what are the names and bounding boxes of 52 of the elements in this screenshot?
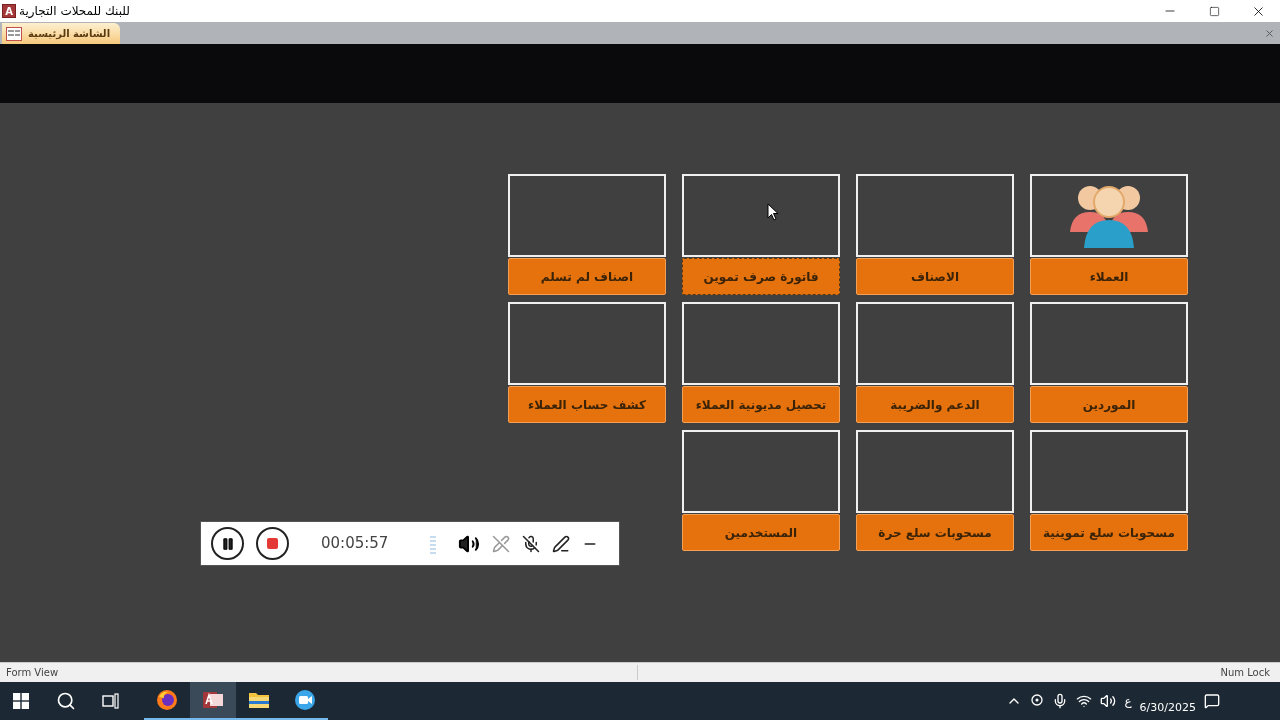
status-text: Form View: [0, 665, 638, 680]
stop-icon: [267, 538, 278, 549]
stop-button[interactable]: [256, 527, 289, 560]
mouse-cursor-icon: [767, 203, 779, 221]
windows-start-icon[interactable]: [13, 693, 29, 709]
tile-image-frame[interactable]: [1030, 174, 1188, 257]
form-icon: [6, 26, 22, 41]
recording-time: 00:05:57: [321, 533, 389, 555]
tile-image-frame[interactable]: [1030, 302, 1188, 385]
tile-image-frame[interactable]: [856, 174, 1014, 257]
task-view-icon[interactable]: [102, 693, 120, 709]
tile-button[interactable]: فاتورة صرف تموين: [682, 258, 840, 295]
tile-button[interactable]: الدعم والضريبة: [856, 386, 1014, 423]
tile-button[interactable]: مسحوبات سلع حرة: [856, 514, 1014, 551]
tile-button[interactable]: العملاء: [1030, 258, 1188, 295]
close-icon: [1263, 27, 1275, 39]
network-icon[interactable]: [1076, 693, 1093, 709]
date-text[interactable]: 6/30/2025: [1139, 699, 1196, 717]
folder-icon: [248, 690, 270, 710]
app-logo-icon: A: [2, 4, 16, 18]
camera-app-icon: [294, 689, 316, 711]
search-icon[interactable]: [56, 691, 76, 711]
tile-button[interactable]: الموردين: [1030, 386, 1188, 423]
tile-image-frame[interactable]: [682, 430, 840, 513]
annotate-pen-icon[interactable]: [552, 534, 571, 553]
tile-image-frame[interactable]: [682, 302, 840, 385]
tile-button[interactable]: اصناف لم تسلم: [508, 258, 666, 295]
tile-image-frame[interactable]: [682, 174, 840, 257]
notifications-icon[interactable]: [1204, 693, 1220, 709]
tile-button[interactable]: الاصناف: [856, 258, 1014, 295]
num-lock-indicator: Num Lock: [1220, 666, 1271, 680]
tile-image-frame[interactable]: [856, 430, 1014, 513]
tile-image-frame[interactable]: [1030, 430, 1188, 513]
restore-icon: [1208, 5, 1220, 17]
tile-button[interactable]: المستخدمين: [682, 514, 840, 551]
muted-microphone-icon[interactable]: [522, 534, 541, 553]
webcam-icon[interactable]: [1030, 694, 1045, 708]
tile-image-frame[interactable]: [856, 302, 1014, 385]
pause-button[interactable]: [211, 527, 244, 560]
taskbar-app[interactable]: [190, 682, 236, 720]
tile-button[interactable]: مسحوبات سلع تموينية: [1030, 514, 1188, 551]
language-indicator[interactable]: ع: [1124, 692, 1132, 710]
tile-image-frame[interactable]: [508, 174, 666, 257]
tile-button[interactable]: كشف حساب العملاء: [508, 386, 666, 423]
document-tab[interactable]: الشاشة الرئيسية: [2, 23, 121, 44]
firefox-icon: [156, 689, 178, 711]
window-title: للبنك للمحلات التجارية: [19, 3, 130, 20]
volume-icon[interactable]: [1100, 693, 1117, 709]
tile-image-frame[interactable]: [508, 302, 666, 385]
tile-button[interactable]: تحصيل مديونية العملاء: [682, 386, 840, 423]
access-icon: [202, 689, 224, 711]
pause-icon: [220, 536, 235, 551]
